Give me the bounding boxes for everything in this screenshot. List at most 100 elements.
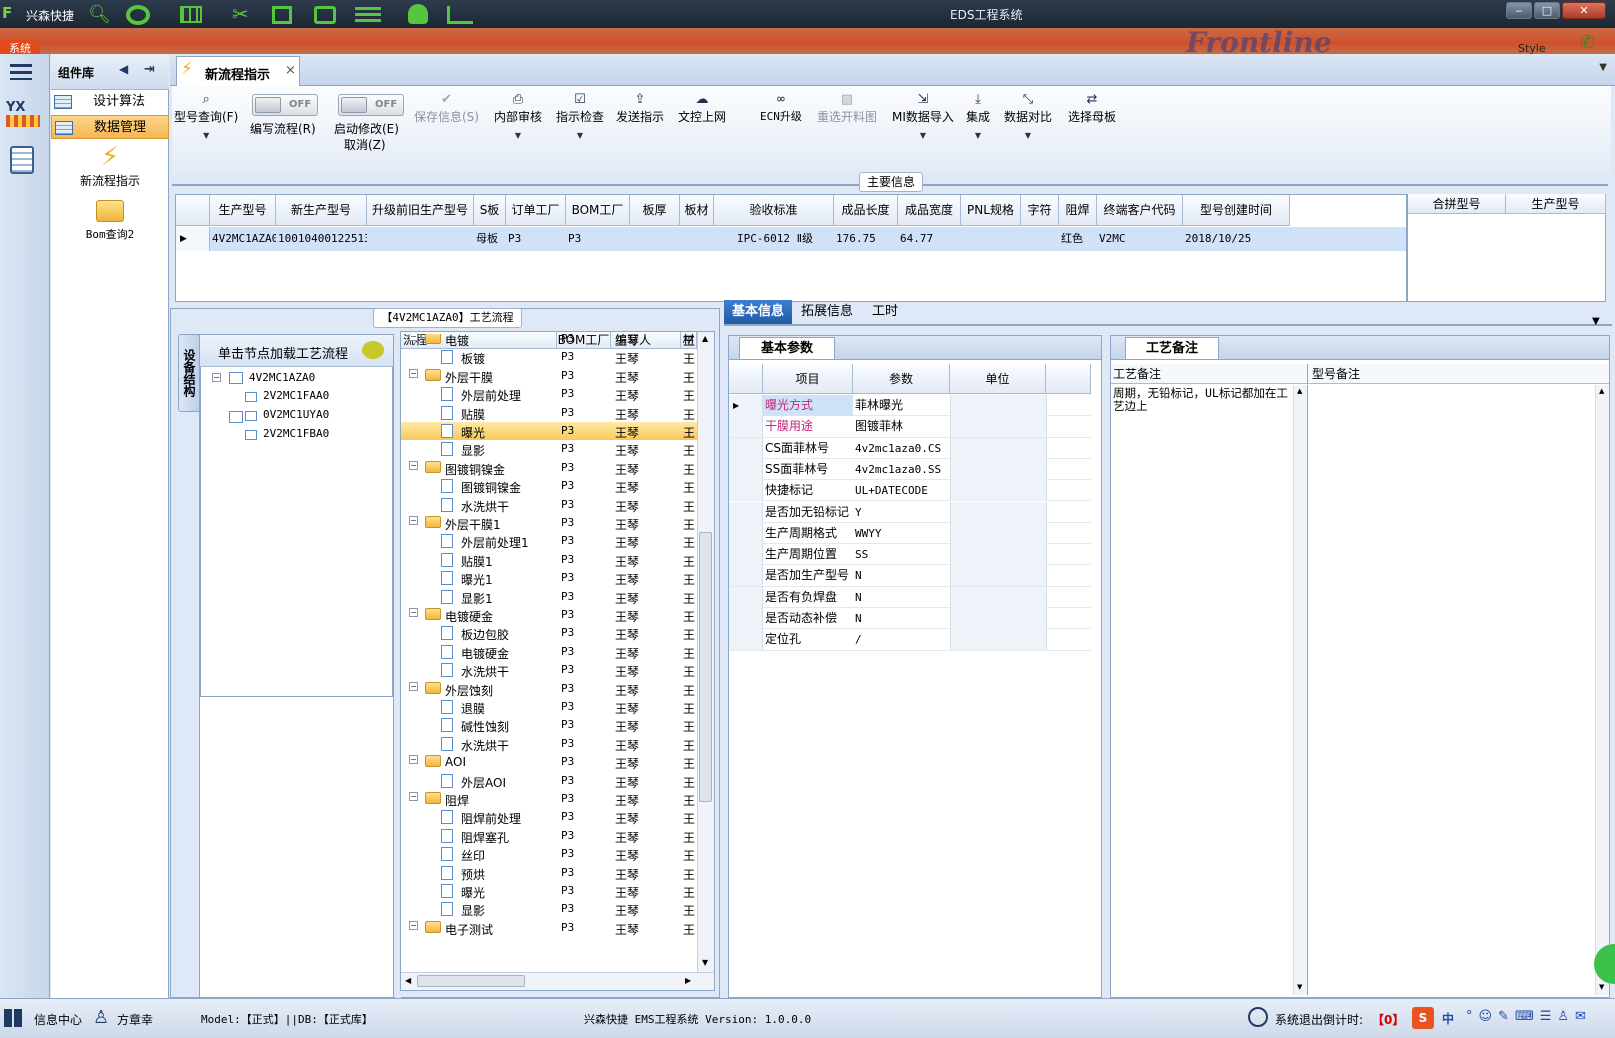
table-row[interactable]: 贴膜1 P3 王琴 王 bbox=[401, 551, 697, 569]
collapse-icon[interactable]: − bbox=[409, 681, 418, 691]
table-row[interactable]: 曝光1 P3 王琴 王 bbox=[401, 569, 697, 587]
scroll-down-icon[interactable]: ▼ bbox=[1599, 983, 1604, 991]
tab-new-flow-instruction[interactable]: ⚡ 新流程指示 × bbox=[176, 56, 300, 86]
table-row[interactable]: 板边包胶 P3 王琴 王 bbox=[401, 624, 697, 642]
pin-icon[interactable]: ⇥ bbox=[144, 62, 155, 77]
maximize-button[interactable]: □ bbox=[1534, 2, 1560, 19]
table-row[interactable]: 快捷标记 UL+DATECODE bbox=[729, 480, 1091, 502]
table-row[interactable]: 丝印 P3 王琴 王 bbox=[401, 845, 697, 863]
table-row[interactable]: − 电镀硬金 P3 王琴 王 bbox=[401, 606, 697, 624]
column-header[interactable]: 终端客户代码 bbox=[1097, 195, 1183, 226]
column-header[interactable]: 升级前旧生产型号 bbox=[367, 195, 474, 226]
table-row[interactable]: 板镀 P3 王琴 王 bbox=[401, 348, 697, 366]
column-header[interactable]: 型号创建时间 bbox=[1183, 195, 1290, 226]
ime-logo-icon[interactable]: S bbox=[1412, 1007, 1434, 1029]
param-unit[interactable] bbox=[950, 395, 1046, 416]
column-header[interactable]: 单位 bbox=[950, 364, 1046, 394]
table-row[interactable]: 水洗烘干 P3 王琴 王 bbox=[401, 661, 697, 679]
table-row[interactable]: 是否加无铅标记 Y bbox=[729, 501, 1091, 523]
table-cell[interactable]: 64.77 bbox=[898, 227, 961, 251]
scissors-icon[interactable]: ✂ bbox=[232, 2, 249, 26]
system-menu[interactable]: 系统 bbox=[0, 40, 40, 55]
table-row[interactable]: − 外层干膜1 P3 王琴 王 bbox=[401, 514, 697, 532]
column-header[interactable]: 项目 bbox=[763, 364, 853, 394]
horizontal-scrollbar[interactable]: ◀ ▶ bbox=[401, 972, 714, 990]
save-icon[interactable] bbox=[272, 6, 292, 24]
table-row[interactable]: 阻焊塞孔 P3 王琴 王 bbox=[401, 827, 697, 845]
table-cell[interactable]: 10010400122513 bbox=[276, 227, 367, 251]
table-row[interactable]: 水洗烘干 P3 王琴 王 bbox=[401, 496, 697, 514]
param-value[interactable]: N bbox=[853, 587, 950, 608]
param-value[interactable]: 图镀菲林 bbox=[853, 416, 950, 437]
user-icon[interactable] bbox=[408, 4, 428, 24]
table-row[interactable]: 定位孔 / bbox=[729, 629, 1091, 651]
table-row[interactable]: 曝光 P3 王琴 王 bbox=[401, 882, 697, 900]
calculator-icon[interactable] bbox=[10, 146, 34, 174]
table-row[interactable]: 退膜 P3 王琴 王 bbox=[401, 698, 697, 716]
param-value[interactable]: 4v2mc1aza0.SS bbox=[853, 459, 950, 480]
param-value[interactable]: UL+DATECODE bbox=[853, 480, 950, 501]
tile-new-flow-instruction[interactable]: ⚡ 新流程指示 bbox=[51, 142, 169, 194]
table-row[interactable]: 外层AOI P3 王琴 王 bbox=[401, 772, 697, 790]
param-unit[interactable] bbox=[950, 586, 1046, 608]
table-cell[interactable] bbox=[961, 227, 1021, 251]
collapse-icon[interactable]: − bbox=[409, 334, 418, 341]
table-row[interactable]: 干膜用途 图镀菲林 bbox=[729, 416, 1091, 438]
table-row[interactable]: 生产周期格式 WWYY bbox=[729, 522, 1091, 545]
table-cell[interactable]: IPC-6012 Ⅱ级 bbox=[714, 227, 834, 251]
edit-flow-toggle[interactable]: OFF bbox=[252, 94, 318, 116]
save-info-button[interactable]: ✔ 保存信息(S) bbox=[414, 92, 479, 125]
column-header[interactable]: 板厚 bbox=[630, 195, 680, 226]
table-row[interactable]: 水洗烘干 P3 王琴 王 bbox=[401, 735, 697, 753]
send-instruction-button[interactable]: ⇪ 发送指示 bbox=[616, 92, 664, 125]
table-row[interactable]: 显影 P3 王琴 王 bbox=[401, 900, 697, 918]
table-row[interactable]: 图镀铜镍金 P3 王琴 王 bbox=[401, 477, 697, 495]
table-cell[interactable] bbox=[630, 227, 680, 251]
column-header[interactable]: PNL规格 bbox=[961, 195, 1021, 226]
param-unit[interactable] bbox=[950, 437, 1046, 459]
table-row[interactable]: 预烘 P3 王琴 王 bbox=[401, 864, 697, 882]
info-center-link[interactable]: 信息中心 bbox=[34, 1011, 82, 1028]
column-header[interactable]: 成品宽度 bbox=[898, 195, 961, 226]
scroll-up-icon[interactable]: ▲ bbox=[1297, 387, 1302, 395]
table-row[interactable]: 显影1 P3 王琴 王 bbox=[401, 588, 697, 606]
collapse-icon[interactable]: − bbox=[409, 368, 418, 378]
ime-mode[interactable]: 中 bbox=[1442, 1010, 1454, 1027]
table-row[interactable]: − 电子测试 P3 王琴 王 bbox=[401, 919, 697, 937]
table-cell[interactable]: V2MC bbox=[1097, 227, 1183, 251]
column-header[interactable]: 生产型号 bbox=[210, 195, 276, 226]
sidebar-item-data-management[interactable]: 数据管理 bbox=[51, 115, 169, 139]
collapse-icon[interactable]: − bbox=[409, 460, 418, 470]
scroll-thumb[interactable] bbox=[417, 975, 525, 987]
table-cell[interactable]: P3 bbox=[506, 227, 566, 251]
param-value[interactable]: N bbox=[853, 565, 950, 586]
table-row[interactable]: 是否动态补偿 N bbox=[729, 608, 1091, 630]
cancel-button[interactable]: 取消(Z) bbox=[344, 136, 386, 153]
param-value[interactable]: SS bbox=[853, 544, 950, 565]
table-cell[interactable]: 2018/10/25 bbox=[1183, 227, 1290, 251]
ecn-upgrade-button[interactable]: ∞ ECN升级 bbox=[760, 92, 802, 124]
internal-review-button[interactable]: ⎙ 内部审核 ▼ bbox=[494, 92, 542, 140]
doc-online-button[interactable]: ☁ 文控上网 bbox=[678, 92, 726, 125]
table-cell[interactable]: 红色 bbox=[1059, 227, 1097, 251]
yx-module-icon[interactable]: YX bbox=[6, 100, 40, 132]
scroll-up-icon[interactable]: ▲ bbox=[702, 334, 708, 343]
table-cell[interactable] bbox=[367, 227, 474, 251]
table-row[interactable]: 外层前处理 P3 王琴 王 bbox=[401, 385, 697, 403]
table-icon[interactable] bbox=[355, 7, 381, 23]
column-header[interactable]: 订单工厂 bbox=[506, 195, 566, 226]
table-row[interactable]: ▶ 4V2MC1AZA0 10010400122513 母板 P3 P3 IPC-6012 … bbox=[176, 227, 1406, 251]
scroll-up-icon[interactable]: ▲ bbox=[1599, 387, 1604, 395]
table-row[interactable]: 曝光 P3 王琴 王 bbox=[401, 422, 697, 441]
table-row[interactable]: − AOI P3 王琴 王 bbox=[401, 753, 697, 771]
param-unit[interactable] bbox=[950, 458, 1046, 480]
column-header[interactable]: S板 bbox=[474, 195, 506, 226]
collapse-icon[interactable]: − bbox=[212, 373, 221, 382]
start-modify-toggle[interactable]: OFF bbox=[338, 94, 404, 116]
table-cell[interactable]: 176.75 bbox=[834, 227, 898, 251]
table-row[interactable]: SS面菲林号 4v2mc1aza0.SS bbox=[729, 458, 1091, 481]
column-header[interactable]: 验收标准 bbox=[714, 195, 834, 226]
table-row[interactable]: − 图镀铜镍金 P3 王琴 王 bbox=[401, 459, 697, 477]
param-unit[interactable] bbox=[950, 629, 1046, 651]
minimize-button[interactable]: ‒ bbox=[1506, 2, 1532, 19]
